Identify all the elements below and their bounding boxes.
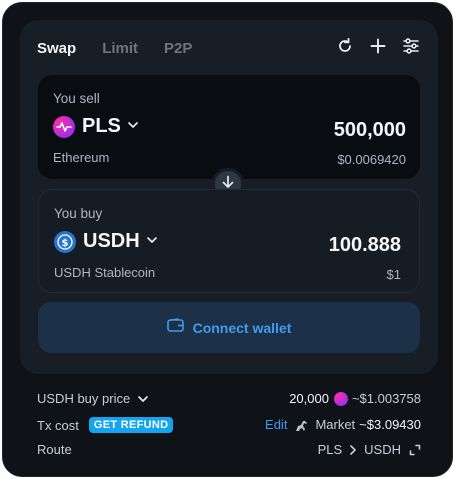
chevron-right-icon (349, 444, 357, 456)
buy-amount: 100.888 (328, 234, 401, 256)
expand-icon[interactable] (409, 444, 421, 456)
mode-label: Market (315, 417, 356, 432)
route-to: USDH (364, 442, 401, 457)
sell-usd-value: $0.0069420 (337, 152, 406, 167)
route-from: PLS (317, 442, 343, 457)
toolbar (335, 36, 420, 55)
horse-icon (294, 418, 309, 432)
tx-cost-row: Tx cost GET REFUND Edit Market ~$3.09430 (37, 417, 421, 437)
buy-token-symbol: USDH (83, 230, 140, 252)
tab-limit[interactable]: Limit (102, 40, 138, 57)
get-refund-badge[interactable]: GET REFUND (88, 417, 174, 433)
chevron-down-icon (127, 118, 139, 136)
wallet-icon (166, 317, 184, 338)
buy-label: You buy (54, 206, 103, 221)
svg-text:$: $ (62, 238, 69, 249)
sliders-icon[interactable] (401, 36, 420, 55)
pls-token-icon (53, 115, 75, 138)
tx-cost-value: ~$3.09430 (359, 417, 421, 432)
buy-token-selector[interactable]: $ USDH (54, 230, 158, 253)
chevron-down-icon (137, 393, 149, 405)
sell-label: You sell (53, 91, 100, 106)
sell-panel: You sell PLS 500,000 Ethereum $0.0069420 (38, 75, 420, 179)
tx-cost-label: Tx cost (37, 417, 79, 433)
sell-token-symbol: PLS (82, 115, 121, 137)
usdh-token-icon: $ (54, 230, 76, 253)
tab-swap[interactable]: Swap (37, 40, 76, 57)
edit-link[interactable]: Edit (265, 417, 287, 432)
refresh-icon[interactable] (335, 36, 354, 55)
tab-p2p[interactable]: P2P (164, 40, 192, 57)
swap-card: Swap Limit P2P You sell PLS 500,000 Ethe… (20, 20, 438, 374)
buy-panel: You buy $ USDH 100.888 USDH Stablecoin $… (38, 189, 420, 293)
sell-chain: Ethereum (53, 150, 110, 165)
buy-chain: USDH Stablecoin (54, 265, 156, 280)
route-label: Route (37, 442, 72, 457)
price-amount: 20,000 (289, 391, 329, 406)
connect-wallet-button[interactable]: Connect wallet (38, 302, 420, 353)
price-label: USDH buy price (37, 391, 131, 406)
tab-bar: Swap Limit P2P (37, 40, 218, 57)
buy-usd-value: $1 (386, 267, 401, 282)
pls-token-icon (333, 391, 348, 406)
price-selector[interactable]: USDH buy price (37, 391, 149, 406)
swap-widget: Swap Limit P2P You sell PLS 500,000 Ethe… (2, 2, 453, 477)
route-path[interactable]: PLS USDH (318, 442, 421, 457)
sell-token-selector[interactable]: PLS (53, 115, 139, 138)
sell-amount-input[interactable]: 500,000 (334, 119, 406, 142)
price-row: USDH buy price 20,000 ~$1.003758 (37, 391, 421, 411)
chevron-down-icon (146, 233, 158, 251)
plus-icon[interactable] (368, 36, 387, 55)
price-usd: ~$1.003758 (351, 391, 421, 406)
connect-wallet-label: Connect wallet (192, 319, 292, 336)
route-row: Route PLS USDH (37, 442, 421, 462)
